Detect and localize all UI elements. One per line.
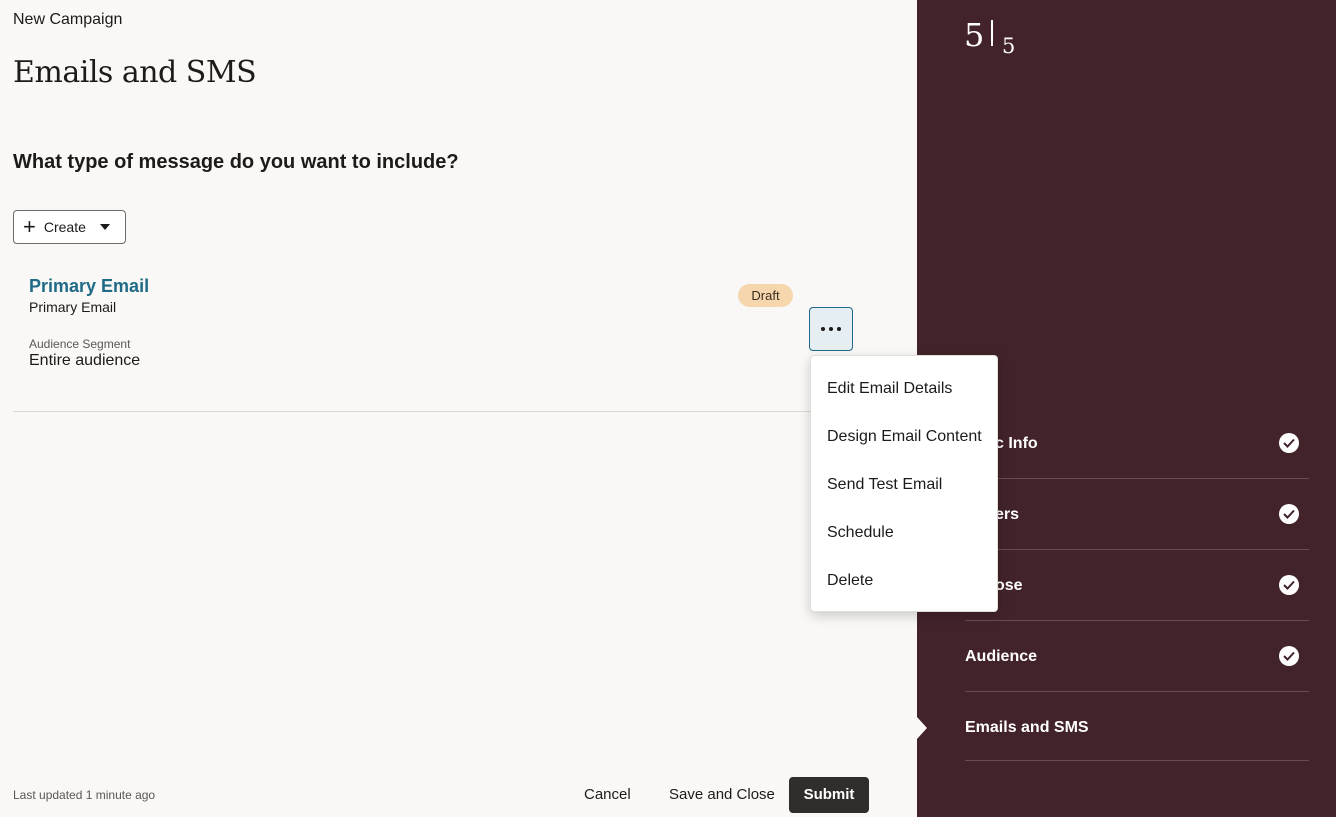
current-step-number: 5 [964,16,985,54]
step-label: Audience [965,648,1038,665]
step-basic-info[interactable]: c Info [965,409,1309,479]
audience-segment-label: Audience Segment [29,337,131,351]
step-purpose[interactable]: ose [965,551,1309,621]
save-and-close-button[interactable]: Save and Close [669,786,775,803]
plus-icon: + [23,214,36,239]
section-question: What type of message do you want to incl… [13,151,459,173]
step-label: ers [995,506,1020,523]
dot [829,327,833,331]
step-offers[interactable]: ers [965,480,1309,550]
menu-item-design-email-content[interactable]: Design Email Content [827,428,982,446]
chevron-down-icon [99,224,110,230]
step-emails-and-sms[interactable]: Emails and SMS [965,693,1309,761]
step-label: c Info [995,435,1038,452]
check-circle-icon [1279,575,1299,595]
check-circle-icon [1279,504,1299,524]
menu-item-send-test-email[interactable]: Send Test Email [827,476,942,494]
message-title-link[interactable]: Primary Email [29,276,149,297]
audience-segment-value: Entire audience [29,352,141,369]
dot [837,327,841,331]
divider [13,411,913,412]
last-updated-text: Last updated 1 minute ago [13,788,156,802]
counter-divider [991,20,993,46]
message-subtitle: Primary Email [29,299,117,315]
submit-button[interactable]: Submit [789,777,869,813]
breadcrumb: New Campaign [13,11,123,28]
menu-item-delete[interactable]: Delete [827,572,873,590]
menu-item-edit-email-details[interactable]: Edit Email Details [827,380,952,398]
step-label: Emails and SMS [965,719,1089,736]
dot [821,327,825,331]
current-step-pointer [917,717,927,739]
check-circle-icon [1279,646,1299,666]
create-button[interactable]: + Create [13,210,126,244]
main-content: New Campaign Emails and SMS What type of… [0,0,917,817]
more-actions-button[interactable] [809,307,853,351]
menu-item-schedule[interactable]: Schedule [827,524,894,542]
cancel-button[interactable]: Cancel [584,786,631,803]
page-title: Emails and SMS [13,55,257,90]
total-steps-number: 5 [1002,34,1016,58]
actions-menu: Edit Email Details Design Email Content … [810,355,998,612]
create-label: Create [43,219,86,235]
step-audience[interactable]: Audience [965,622,1309,692]
check-circle-icon [1279,433,1299,453]
step-label: ose [995,577,1023,594]
status-badge: Draft [738,284,793,307]
step-counter: 5 5 [964,16,1015,58]
